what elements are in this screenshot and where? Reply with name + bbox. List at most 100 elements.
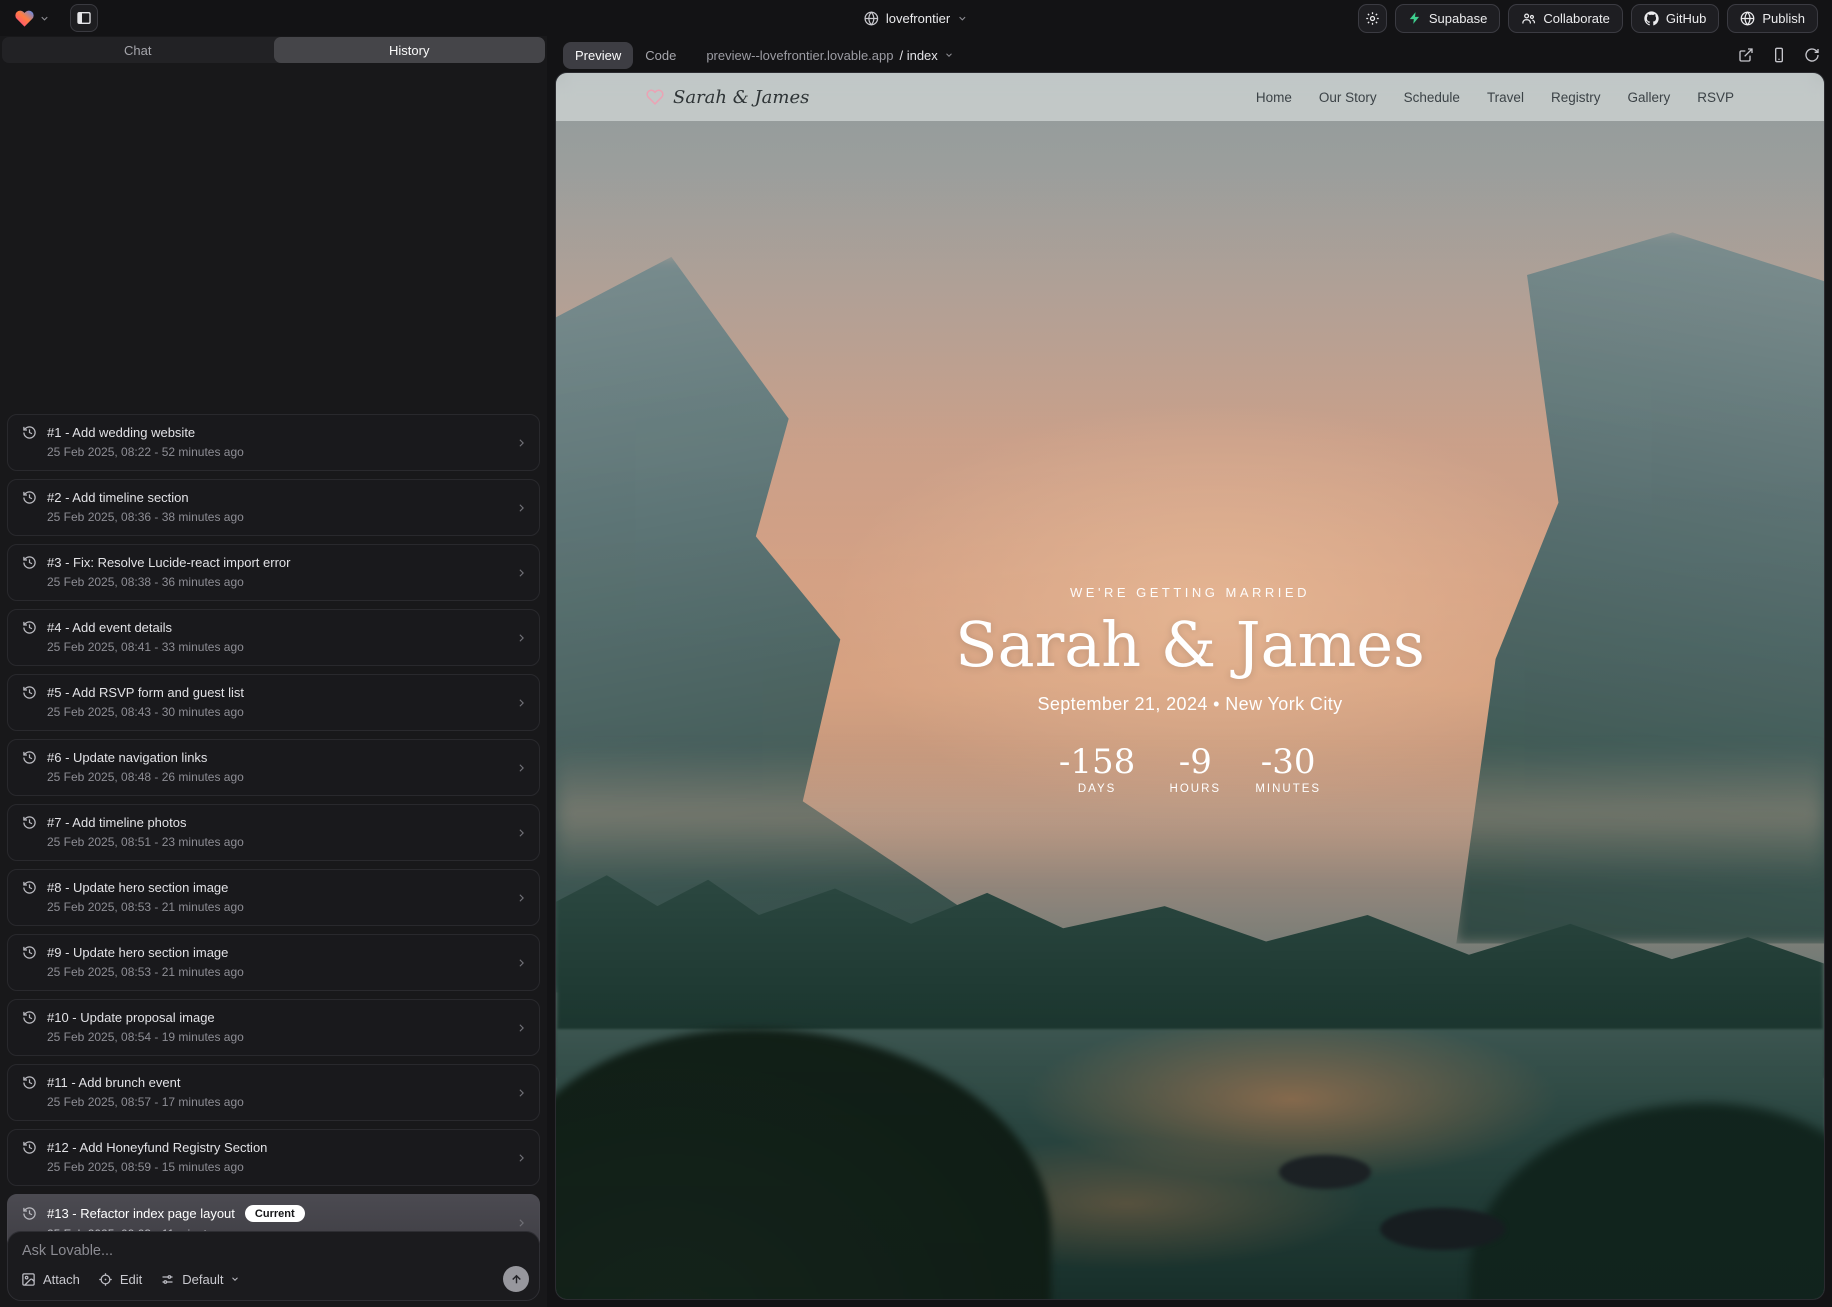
history-icon [22,815,37,830]
history-item[interactable]: #12 - Add Honeyfund Registry Section 25 … [7,1129,540,1186]
send-button[interactable] [503,1266,529,1292]
supabase-button[interactable]: Supabase [1395,4,1501,33]
site-nav: Home Our Story Schedule Travel Registry … [1256,90,1734,105]
history-item-title: #4 - Add event details [47,620,172,635]
history-icon [22,1075,37,1090]
site-nav-link[interactable]: Registry [1551,90,1601,105]
site-nav-link[interactable]: Our Story [1319,90,1377,105]
history-item[interactable]: #8 - Update hero section image 25 Feb 20… [7,869,540,926]
history-item-title: #7 - Add timeline photos [47,815,186,830]
countdown-unit: -9 HOURS [1163,745,1227,795]
users-icon [1521,11,1536,26]
chevron-right-icon [515,1151,528,1164]
chevron-right-icon [515,696,528,709]
top-bar: lovefrontier Supabase Collaborate [0,0,1832,36]
countdown-label: HOURS [1163,783,1227,795]
edit-label: Edit [120,1272,142,1287]
tab-preview[interactable]: Preview [563,42,633,69]
site-nav-link[interactable]: Travel [1487,90,1524,105]
lovable-logo-menu[interactable] [14,8,50,29]
history-item[interactable]: #10 - Update proposal image 25 Feb 2025,… [7,999,540,1056]
heart-icon [646,88,664,106]
site-nav-link[interactable]: RSVP [1697,90,1734,105]
history-icon [22,945,37,960]
preview-url[interactable]: preview--lovefrontier.lovable.app / inde… [706,48,953,63]
preview-toolbar: Preview Code preview--lovefrontier.lovab… [563,40,1820,70]
attach-button[interactable]: Attach [21,1272,80,1287]
chevron-down-icon [39,13,50,24]
history-icon [22,750,37,765]
history-icon [22,490,37,505]
open-external-icon[interactable] [1738,47,1754,63]
history-item-title: #2 - Add timeline section [47,490,189,505]
site-brand[interactable]: Sarah & James [646,87,809,108]
history-list: #1 - Add wedding website 25 Feb 2025, 08… [7,414,540,1251]
left-panel: Chat History #1 - Add wedding website 25… [0,36,547,1307]
attach-label: Attach [43,1272,80,1287]
countdown-value: -158 [1059,745,1135,779]
history-item[interactable]: #9 - Update hero section image 25 Feb 20… [7,934,540,991]
tab-history[interactable]: History [274,37,546,63]
mode-label: Default [182,1272,223,1287]
supabase-label: Supabase [1429,11,1488,26]
history-item-title: #8 - Update hero section image [47,880,228,895]
mobile-view-icon[interactable] [1771,47,1787,63]
history-icon [22,685,37,700]
history-item[interactable]: #4 - Add event details 25 Feb 2025, 08:4… [7,609,540,666]
history-item[interactable]: #7 - Add timeline photos 25 Feb 2025, 08… [7,804,540,861]
github-button[interactable]: GitHub [1631,4,1719,33]
collaborate-button[interactable]: Collaborate [1508,4,1623,33]
countdown: -158 DAYS -9 HOURS -30 MINUTES [556,745,1824,795]
chevron-right-icon [515,1216,528,1229]
hero-eyebrow: WE'RE GETTING MARRIED [556,585,1824,600]
chevron-down-icon [957,13,968,24]
history-item[interactable]: #2 - Add timeline section 25 Feb 2025, 0… [7,479,540,536]
chevron-right-icon [515,1086,528,1099]
countdown-unit: -158 DAYS [1059,745,1135,795]
history-item[interactable]: #11 - Add brunch event 25 Feb 2025, 08:5… [7,1064,540,1121]
site-nav-link[interactable]: Schedule [1404,90,1460,105]
tab-code[interactable]: Code [633,42,688,69]
preview-domain: preview--lovefrontier.lovable.app [706,48,893,63]
edit-select-button[interactable]: Edit [98,1272,142,1287]
hero-couple-names: Sarah & James [556,614,1824,676]
github-icon [1644,11,1659,26]
github-label: GitHub [1666,11,1706,26]
history-item-time: 25 Feb 2025, 08:59 - 15 minutes ago [47,1160,509,1174]
history-item-time: 25 Feb 2025, 08:48 - 26 minutes ago [47,770,509,784]
history-item[interactable]: #1 - Add wedding website 25 Feb 2025, 08… [7,414,540,471]
history-item[interactable]: #6 - Update navigation links 25 Feb 2025… [7,739,540,796]
current-badge: Current [245,1205,305,1222]
site-nav-link[interactable]: Home [1256,90,1292,105]
globe-icon [1740,11,1755,26]
chevron-down-icon [230,1274,240,1284]
history-item[interactable]: #5 - Add RSVP form and guest list 25 Feb… [7,674,540,731]
publish-label: Publish [1762,11,1805,26]
history-icon [22,425,37,440]
prompt-input[interactable] [22,1243,525,1259]
history-icon [22,620,37,635]
chevron-right-icon [515,631,528,644]
collaborate-label: Collaborate [1543,11,1610,26]
preview-path: / index [899,48,937,63]
project-switcher[interactable]: lovefrontier [864,0,968,36]
history-item-time: 25 Feb 2025, 08:53 - 21 minutes ago [47,900,509,914]
tab-chat[interactable]: Chat [2,37,274,63]
history-item-title: #3 - Fix: Resolve Lucide-react import er… [47,555,290,570]
publish-button[interactable]: Publish [1727,4,1818,33]
supabase-bolt-icon [1408,11,1422,25]
prompt-box[interactable]: Attach Edit Default [7,1231,540,1301]
history-item-title: #5 - Add RSVP form and guest list [47,685,244,700]
settings-button[interactable] [1358,4,1387,33]
history-item[interactable]: #3 - Fix: Resolve Lucide-react import er… [7,544,540,601]
chevron-right-icon [515,501,528,514]
refresh-icon[interactable] [1804,47,1820,63]
mode-select[interactable]: Default [160,1272,240,1287]
site-nav-link[interactable]: Gallery [1627,90,1670,105]
hero-content: WE'RE GETTING MARRIED Sarah & James Sept… [556,585,1824,795]
chevron-right-icon [515,436,528,449]
sidebar-toggle-button[interactable] [70,4,98,32]
image-icon [21,1272,36,1287]
countdown-unit: -30 MINUTES [1255,745,1321,795]
preview-controls [1738,47,1820,63]
